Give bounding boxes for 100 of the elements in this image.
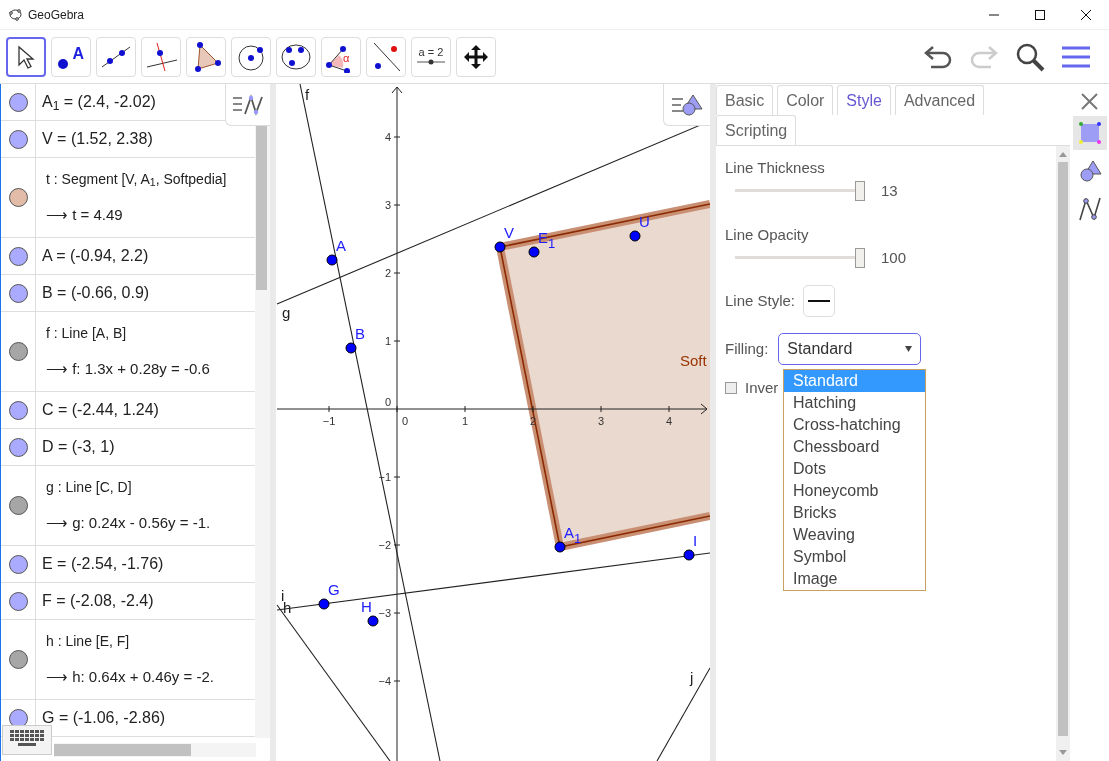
axis-tick-label: 2	[384, 267, 391, 279]
shapes-icon	[671, 92, 703, 117]
point-label: I	[693, 532, 698, 549]
algebra-entry[interactable]: D = (-3, 1)	[36, 435, 115, 459]
horizontal-scrollbar[interactable]	[54, 743, 256, 757]
polygon-label: Soft	[680, 352, 707, 369]
algebra-entry[interactable]: C = (-2.44, 1.24)	[36, 398, 159, 422]
dropdown-option[interactable]: Hatching	[784, 392, 925, 414]
point[interactable]	[318, 598, 330, 610]
axis-tick-label: −1	[322, 415, 336, 427]
axis-tick-label: 0	[384, 396, 391, 408]
slider[interactable]	[735, 179, 867, 202]
axis-tick-label: −2	[378, 539, 391, 551]
point[interactable]	[683, 549, 695, 561]
slider-thumb[interactable]	[855, 247, 865, 268]
dropdown-option[interactable]: Chessboard	[784, 436, 925, 458]
keyboard-button[interactable]	[2, 725, 52, 755]
line-label: f	[305, 86, 310, 103]
axis-tick-label: −4	[378, 675, 391, 687]
pointer-icon	[16, 44, 36, 69]
filling-label: Filling:	[725, 338, 769, 359]
algebra-value: ⟶ t = 4.49	[46, 204, 124, 225]
algebra-entry[interactable]: V = (1.52, 2.38)	[36, 127, 153, 151]
tab[interactable]: Style	[837, 85, 891, 115]
dropdown-option[interactable]: Honeycomb	[784, 480, 925, 502]
point-label: G	[328, 581, 340, 598]
slider-label: Line Opacity	[725, 225, 810, 245]
point[interactable]	[367, 615, 379, 627]
algebra-entry[interactable]: E = (-2.54, -1.76)	[36, 552, 164, 576]
point[interactable]	[494, 241, 506, 253]
axis-tick-label: 3	[597, 415, 605, 427]
tab[interactable]: Basic	[716, 85, 774, 115]
algebra-definition[interactable]: t : Segment [V, A$_{1}$, Softpedia]	[46, 168, 227, 190]
curve-icon	[232, 93, 264, 116]
point[interactable]	[345, 342, 357, 354]
curve-icon	[1077, 196, 1102, 222]
line-style-button[interactable]	[803, 285, 836, 317]
point[interactable]	[528, 246, 540, 258]
point-label: U	[639, 213, 650, 230]
dropdown-option[interactable]: Cross-hatching	[784, 414, 925, 436]
line-label: j	[690, 669, 694, 686]
algebra-style-button[interactable]	[225, 84, 270, 126]
axis-tick-label: 3	[384, 199, 391, 211]
checkbox[interactable]	[725, 382, 737, 395]
caret-icon	[905, 346, 913, 352]
algebra-value: ⟶ f: 1.3x + 0.28y = -0.6	[46, 358, 210, 379]
point[interactable]	[554, 541, 566, 553]
dropdown-option[interactable]: Image	[784, 568, 925, 590]
close-button[interactable]	[1078, 90, 1101, 112]
shapes-icon	[1077, 159, 1102, 183]
algebra-value: ⟶ h: 0.64x + 0.46y = -2.	[46, 666, 214, 687]
axis-tick-label: 4	[384, 131, 391, 143]
slider-label: Line Thickness	[725, 158, 826, 178]
point-label: H	[361, 598, 372, 615]
algebra-entry[interactable]: A$_{1}$ = (2.4, -2.02)	[36, 90, 156, 114]
dropdown-option[interactable]: Symbol	[784, 546, 925, 568]
axis-tick-label: 4	[665, 415, 673, 427]
axis-tick-label: 0	[401, 415, 409, 427]
algebra-value: ⟶ g: 0.24x - 0.56y = -1.	[46, 512, 211, 533]
close-icon	[1081, 9, 1091, 20]
point-label: B	[355, 325, 365, 342]
point[interactable]	[629, 230, 641, 242]
slider-value: 100	[881, 247, 907, 268]
algebra-definition[interactable]: g : Line [C, D]	[46, 476, 211, 498]
dropdown-option[interactable]: Dots	[784, 458, 925, 480]
perpendicular-line-icon	[145, 40, 177, 73]
move-arrows-icon	[463, 43, 489, 70]
tool-button[interactable]: a = 2	[411, 36, 451, 77]
vertical-scrollbar[interactable]	[255, 126, 270, 738]
dropdown-option[interactable]: Bricks	[784, 502, 925, 524]
tool-button[interactable]	[6, 36, 46, 77]
point[interactable]	[326, 254, 338, 266]
app-logo-icon	[9, 8, 22, 21]
window-title: GeoGebra	[28, 6, 85, 24]
algebra-entry[interactable]: F = (-2.08, -2.4)	[36, 589, 154, 613]
algebra-entry[interactable]: G = (-1.06, -2.86)	[36, 706, 166, 730]
tab[interactable]: Scripting	[716, 115, 797, 145]
line-style-label: Line Style:	[725, 290, 796, 311]
dropdown-option[interactable]: Weaving	[784, 524, 925, 546]
checkbox-label: Inver	[745, 378, 779, 398]
square-icon	[1077, 121, 1102, 145]
maximize-icon	[1035, 9, 1045, 20]
graphics-style-button[interactable]	[663, 84, 710, 126]
axis-tick-label: 1	[384, 335, 391, 347]
solid-line-icon	[808, 299, 831, 303]
axis-tick-label: −3	[378, 607, 391, 619]
line-label: g	[282, 304, 291, 321]
filling-dropdown[interactable]: Standard	[778, 333, 922, 365]
tab[interactable]: Advanced	[894, 85, 985, 115]
algebra-definition[interactable]: h : Line [E, F]	[46, 630, 214, 652]
point-label: V	[504, 224, 514, 241]
axis-tick-label: 1	[461, 415, 469, 427]
slider[interactable]	[735, 246, 867, 269]
tab[interactable]: Color	[777, 85, 834, 115]
slider-thumb[interactable]	[855, 180, 865, 201]
point-label: A	[336, 237, 346, 254]
algebra-entry[interactable]: B = (-0.66, 0.9)	[36, 281, 150, 305]
algebra-definition[interactable]: f : Line [A, B]	[46, 322, 210, 344]
algebra-entry[interactable]: A = (-0.94, 2.2)	[36, 244, 149, 268]
point-label: A$_{1}$	[564, 524, 582, 546]
